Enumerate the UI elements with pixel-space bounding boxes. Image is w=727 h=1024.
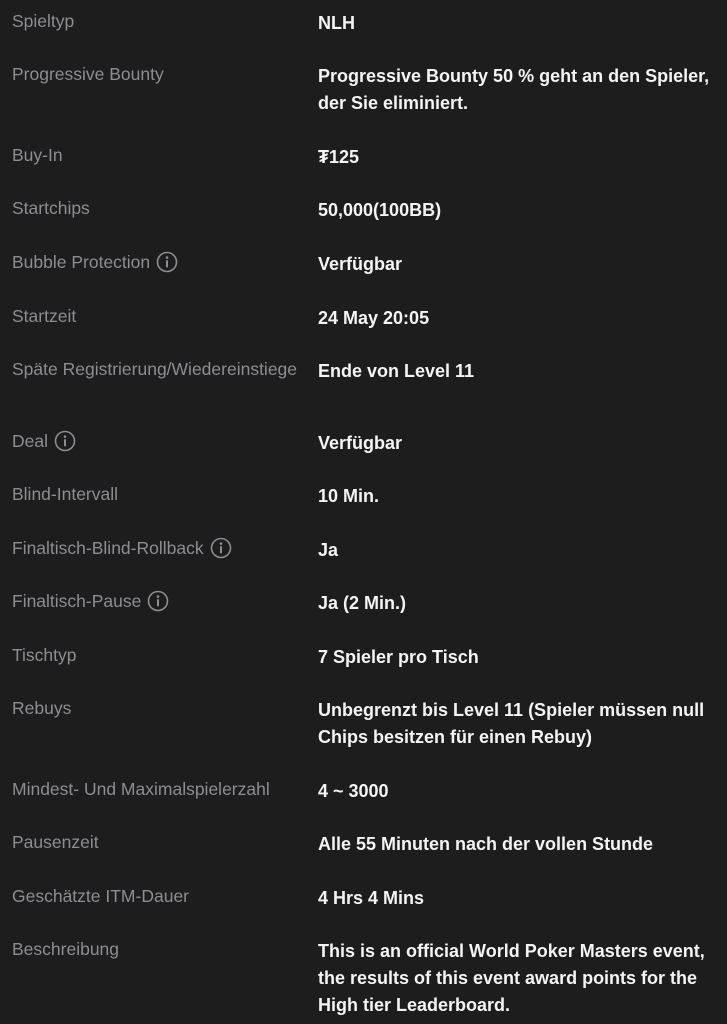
detail-label: Rebuys [12, 698, 72, 718]
detail-label-text: Finaltisch-Pause [12, 591, 142, 611]
detail-value: 4 Hrs 4 Mins [318, 888, 425, 908]
detail-label: Progressive Bounty [12, 64, 164, 84]
detail-label: Startzeit [12, 306, 77, 326]
detail-label: Späte Registrierung/Wiedereinstiege [12, 359, 298, 379]
detail-value: 10 Min. [318, 486, 380, 506]
info-icon[interactable] [210, 537, 232, 559]
detail-label-with-info: Finaltisch-Blind-Rollback [12, 537, 307, 560]
detail-value: Ende von Level 11 [318, 361, 475, 381]
info-icon[interactable] [54, 430, 76, 452]
info-icon[interactable] [147, 590, 169, 612]
tournament-details-list: Spieltyp NLH Progressive Bounty Progress… [0, 0, 727, 1024]
detail-value: 24 May 20:05 [318, 308, 430, 328]
detail-label-with-info: Finaltisch-Pause [12, 590, 307, 613]
detail-label-text: Bubble Protection [12, 252, 151, 272]
detail-value: Ja (2 Min.) [318, 593, 407, 613]
detail-label-text: Deal [12, 431, 48, 451]
detail-label-with-info: Deal [12, 430, 307, 453]
detail-value: Unbegrenzt bis Level 11 (Spieler müssen … [318, 700, 705, 747]
detail-label: Mindest- Und Maximalspielerzahl [12, 779, 270, 799]
detail-label: Blind-Intervall [12, 484, 119, 504]
detail-label: Tischtyp [12, 645, 77, 665]
detail-value: Ja [318, 540, 339, 560]
detail-label: Startchips [12, 198, 90, 218]
detail-label: Buy-In [12, 145, 63, 165]
detail-value: Verfügbar [318, 254, 403, 274]
detail-value: 50,000(100BB) [318, 200, 442, 220]
detail-label-with-info: Bubble Protection [12, 251, 307, 274]
detail-value: Progressive Bounty 50 % geht an den Spie… [318, 66, 710, 113]
detail-label: Beschreibung [12, 939, 120, 959]
detail-value: ₮125 [318, 147, 360, 167]
detail-label: Geschätzte ITM-Dauer [12, 886, 189, 906]
info-icon[interactable] [156, 251, 178, 273]
detail-label: Spieltyp [12, 11, 75, 31]
detail-value: NLH [318, 13, 355, 33]
detail-value: This is an official World Poker Masters … [318, 941, 705, 1015]
detail-value: Alle 55 Minuten nach der vollen Stunde [318, 834, 654, 854]
detail-value: 4 ~ 3000 [318, 781, 389, 801]
detail-label-text: Finaltisch-Blind-Rollback [12, 538, 204, 558]
detail-value: 7 Spieler pro Tisch [318, 647, 479, 667]
detail-value: Verfügbar [318, 433, 403, 453]
detail-label: Pausenzeit [12, 832, 99, 852]
